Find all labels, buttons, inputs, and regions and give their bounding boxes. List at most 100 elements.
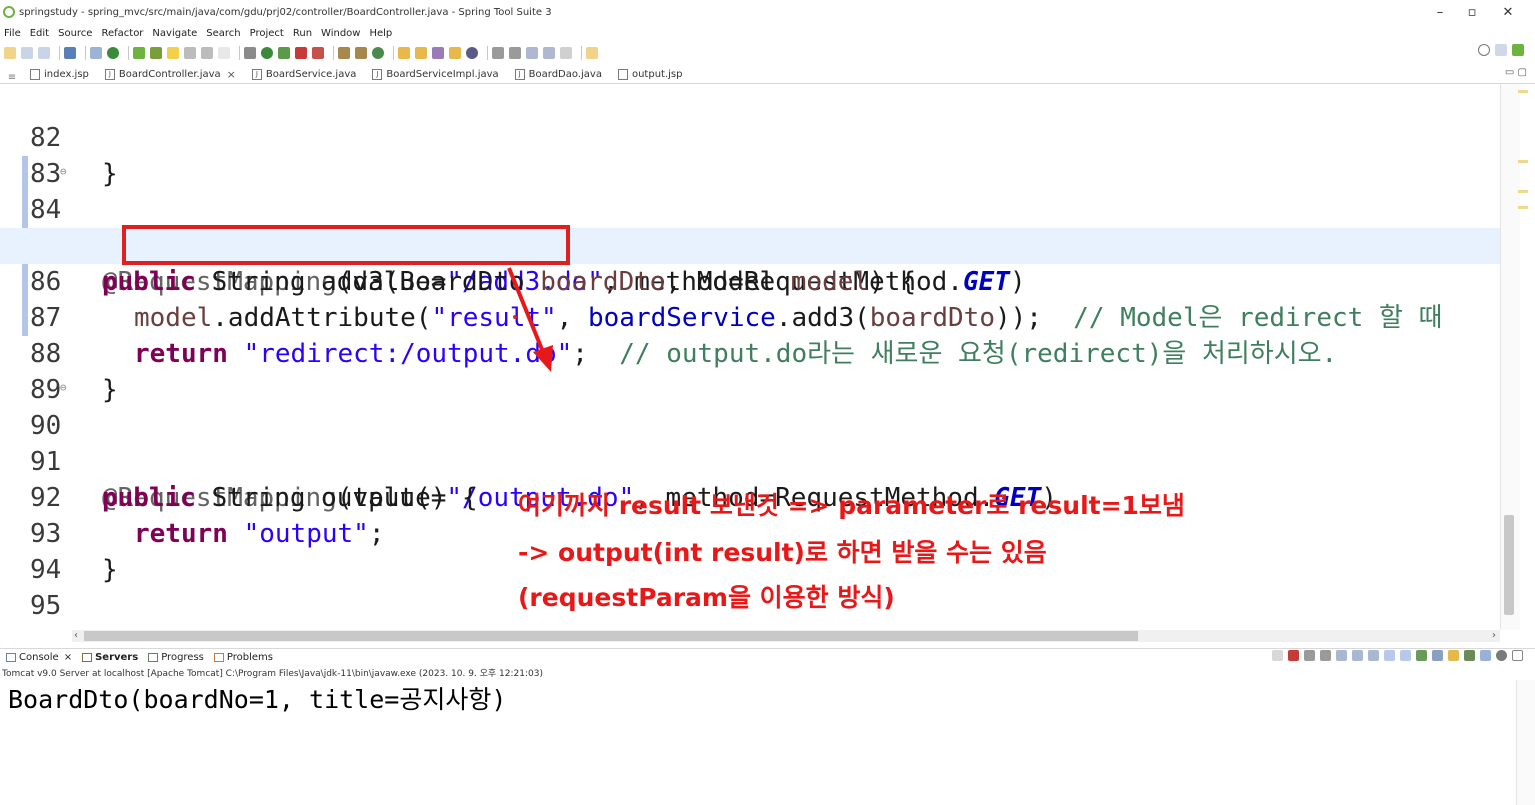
spring-tool-suite-icon	[3, 6, 15, 18]
paragraph-icon[interactable]	[218, 47, 230, 59]
ruler-marker[interactable]	[1518, 160, 1528, 163]
menu-source[interactable]: Source	[58, 28, 92, 39]
fold-icon[interactable]: ⊖	[60, 370, 67, 406]
open-folder-icon[interactable]	[398, 47, 410, 59]
scroll-right-icon[interactable]: ›	[1492, 630, 1496, 641]
fold-icon[interactable]: ⊖	[60, 154, 67, 190]
pen-icon[interactable]	[432, 47, 444, 59]
jsp-file-icon	[617, 68, 628, 80]
display-console-icon[interactable]	[1432, 650, 1443, 661]
tab-label: index.jsp	[44, 68, 89, 80]
menu-navigate[interactable]: Navigate	[152, 28, 197, 39]
block-selection-icon[interactable]	[201, 47, 213, 59]
new-java-project-icon[interactable]	[338, 47, 350, 59]
skip-breakpoints-icon[interactable]	[90, 47, 102, 59]
editor-tabs: ≡ index.jsp J BoardController.java × J B…	[0, 64, 1535, 84]
terminal-icon[interactable]	[64, 47, 76, 59]
spring-perspective-icon[interactable]	[1512, 44, 1524, 56]
pin-icon[interactable]	[1416, 650, 1427, 661]
ruler-marker[interactable]	[1518, 190, 1528, 193]
tab-boarddao-java[interactable]: J BoardDao.java	[509, 65, 612, 83]
refresh-icon[interactable]	[150, 47, 162, 59]
remove-launch-icon[interactable]	[1304, 650, 1315, 661]
new-icon[interactable]	[4, 47, 16, 59]
menu-refactor[interactable]: Refactor	[101, 28, 143, 39]
menu-run[interactable]: Run	[293, 28, 312, 39]
terminate-icon[interactable]	[1288, 650, 1299, 661]
globe-icon[interactable]	[466, 47, 478, 59]
open-console-icon[interactable]	[1464, 650, 1475, 661]
tab-progress[interactable]: Progress	[148, 652, 204, 663]
toolbar-separator	[128, 46, 129, 60]
open-task-icon[interactable]	[415, 47, 427, 59]
menu-help[interactable]: Help	[369, 28, 392, 39]
settings-gear-icon[interactable]	[1496, 650, 1507, 661]
toolbar-separator	[85, 46, 86, 60]
start-server-icon[interactable]	[107, 47, 119, 59]
last-edit-icon[interactable]	[526, 47, 538, 59]
minimize-view-icon[interactable]	[1512, 650, 1523, 661]
close-window-button[interactable]: ✕	[1488, 0, 1528, 24]
main-toolbar	[0, 42, 1535, 64]
ruler-marker[interactable]	[1518, 90, 1528, 93]
tab-boardcontroller-java[interactable]: J BoardController.java ×	[98, 65, 246, 83]
debug-view-icon[interactable]	[1480, 650, 1491, 661]
pin-editor-icon[interactable]	[586, 47, 598, 59]
menu-edit[interactable]: Edit	[30, 28, 49, 39]
editor-horizontal-scrollbar[interactable]	[84, 631, 1138, 641]
menu-file[interactable]: File	[4, 28, 21, 39]
window-title: springstudy - spring_mvc/src/main/java/c…	[19, 6, 552, 18]
maximize-button[interactable]: ▫	[1452, 0, 1492, 24]
tab-console[interactable]: Console ×	[6, 652, 72, 663]
open-perspective-icon[interactable]	[1495, 44, 1507, 56]
remove-all-icon[interactable]	[1320, 650, 1331, 661]
show-stdout-icon[interactable]	[1384, 650, 1395, 661]
search-folder-icon[interactable]	[449, 47, 461, 59]
next-annotation-icon[interactable]	[492, 47, 504, 59]
open-type-icon[interactable]	[167, 47, 179, 59]
new-package-icon[interactable]	[355, 47, 367, 59]
annotation-line-2: -> output(int result)로 하면 받을 수는 있음	[518, 538, 1047, 567]
tab-servers[interactable]: Servers	[82, 652, 138, 663]
close-tab-icon[interactable]: ×	[227, 68, 236, 81]
editor-vertical-scrollbar[interactable]	[1504, 515, 1514, 615]
tab-index-jsp[interactable]: index.jsp	[24, 65, 99, 83]
show-whitespace-icon[interactable]	[184, 47, 196, 59]
new-console-icon[interactable]	[1448, 650, 1459, 661]
clear-console-icon[interactable]	[1336, 650, 1347, 661]
tab-output-jsp[interactable]: output.jsp	[612, 65, 693, 83]
word-wrap-icon[interactable]	[1368, 650, 1379, 661]
menu-window[interactable]: Window	[321, 28, 360, 39]
save-all-icon[interactable]	[38, 47, 50, 59]
coverage-icon[interactable]	[278, 47, 290, 59]
pin-console-icon[interactable]	[1272, 650, 1283, 661]
show-stderr-icon[interactable]	[1400, 650, 1411, 661]
save-icon[interactable]	[21, 47, 33, 59]
editor-minmax-icon[interactable]: ▭ ▢	[1505, 67, 1527, 78]
spring-icon[interactable]	[133, 47, 145, 59]
tab-boardservice-java[interactable]: J BoardService.java	[246, 65, 366, 83]
scroll-left-icon[interactable]: ‹	[74, 630, 78, 641]
tab-boardserviceimpl-java[interactable]: J BoardServiceImpl.java	[366, 65, 508, 83]
debug-icon[interactable]	[244, 47, 256, 59]
back-icon[interactable]	[543, 47, 555, 59]
java-file-icon: J	[372, 68, 383, 80]
forward-icon[interactable]	[560, 47, 572, 59]
run-icon[interactable]	[261, 47, 273, 59]
console-vertical-scrollbar[interactable]	[1516, 680, 1535, 805]
scroll-lock-icon[interactable]	[1352, 650, 1363, 661]
external-tools-icon[interactable]	[312, 47, 324, 59]
console-output[interactable]: BoardDto(boardNo=1, title=공지사항)	[0, 678, 1515, 805]
java-file-icon: J	[104, 68, 115, 80]
ruler-marker[interactable]	[1518, 206, 1528, 209]
stop-icon[interactable]	[295, 47, 307, 59]
new-class-icon[interactable]	[372, 47, 384, 59]
menu-search[interactable]: Search	[206, 28, 240, 39]
console-toolbar	[1267, 650, 1523, 661]
close-tab-icon[interactable]: ×	[64, 652, 72, 663]
previous-annotation-icon[interactable]	[509, 47, 521, 59]
search-icon[interactable]	[1478, 44, 1490, 56]
outline-toggle-icon[interactable]: ≡	[0, 72, 24, 83]
menu-project[interactable]: Project	[250, 28, 284, 39]
tab-problems[interactable]: Problems	[213, 652, 273, 663]
